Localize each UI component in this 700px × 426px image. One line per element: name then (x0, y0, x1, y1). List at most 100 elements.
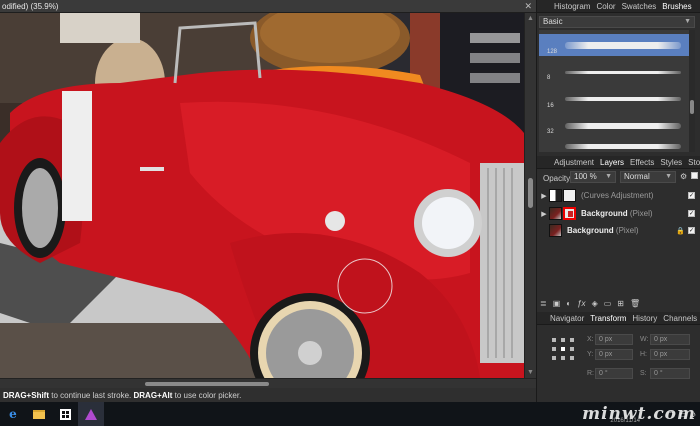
document-tab[interactable]: odified) (35.9%) ✕ (0, 0, 536, 13)
brush-size-label: 128 (547, 49, 558, 55)
tab-styles[interactable]: Styles (657, 158, 685, 167)
horizontal-scroll-thumb[interactable] (145, 382, 269, 386)
add-layer-icon[interactable]: ⊞ (617, 299, 624, 308)
tab-history[interactable]: History (629, 314, 660, 323)
group-icon[interactable]: ▭ (604, 299, 612, 308)
layer-name: Background (Pixel) (581, 209, 653, 218)
status-hint-alt-text: to use color picker. (172, 390, 242, 400)
mask-icon[interactable]: ▣ (553, 299, 561, 308)
brush-stroke-preview (565, 42, 681, 49)
edge-browser-icon[interactable]: e (0, 402, 26, 426)
layer-mask-thumbnail (563, 189, 576, 202)
blend-mode-value: Normal (624, 172, 650, 181)
tab-transform[interactable]: Transform (587, 314, 629, 323)
anchor-point-selector[interactable] (552, 338, 574, 360)
chevron-down-icon: ▼ (605, 173, 612, 180)
x-field[interactable]: 0 px (595, 334, 633, 345)
layers-panel-tabs: Adjustment Layers Effects Styles Stock (537, 156, 700, 169)
brush-scroll-thumb[interactable] (690, 100, 694, 114)
vertical-scroll-thumb[interactable] (528, 178, 533, 208)
affinity-photo-icon[interactable] (78, 402, 104, 426)
h-label: H: (640, 351, 647, 358)
scroll-up-icon[interactable]: ▲ (527, 15, 534, 22)
layer-name: Background (Pixel) (567, 226, 639, 235)
opacity-value: 100 % (574, 172, 597, 181)
app-window: odified) (35.9%) ✕ ▲ ▼ DRAG+Shift to con… (0, 0, 700, 426)
status-hint-shift: DRAG+Shift (3, 390, 49, 400)
tab-layers[interactable]: Layers (597, 158, 627, 167)
photo-canvas[interactable] (0, 13, 524, 378)
brush-size-label: 8 (547, 75, 551, 81)
status-bar: DRAG+Shift to continue last stroke. DRAG… (0, 388, 536, 402)
tab-stock[interactable]: Stock (685, 158, 700, 167)
tab-channels[interactable]: Channels (660, 314, 700, 323)
adjustment-icon[interactable]: ◐ (566, 299, 571, 308)
tab-effects[interactable]: Effects (627, 158, 657, 167)
opacity-label: Opacity: (543, 174, 573, 183)
store-icon[interactable] (52, 402, 78, 426)
scroll-down-icon[interactable]: ▼ (527, 369, 534, 376)
layer-visibility-checkbox[interactable]: ✓ (688, 227, 695, 234)
status-hint-alt: DRAG+Alt (133, 390, 173, 400)
layer-visibility-checkbox[interactable]: ✓ (688, 192, 695, 199)
layer-row-curves[interactable]: ▶ (Curves Adjustment) ✓ (539, 187, 700, 204)
layer-thumbnail (549, 224, 562, 237)
h-field[interactable]: 0 px (650, 349, 690, 360)
delete-icon[interactable]: 🗑 (630, 299, 640, 308)
tab-adjustment[interactable]: Adjustment (551, 158, 597, 167)
expand-triangle-icon[interactable]: ▶ (539, 192, 549, 200)
opacity-dropdown[interactable]: 100 % ▼ (570, 171, 616, 183)
tab-navigator[interactable]: Navigator (547, 314, 587, 323)
status-hint-shift-text: to continue last stroke. (49, 390, 134, 400)
file-explorer-icon[interactable] (26, 402, 52, 426)
canvas-vertical-scrollbar[interactable]: ▲ ▼ (524, 13, 536, 378)
layers-toolbar: ≣ ▣ ◐ ƒx ◈ ▭ ⊞ 🗑 (539, 296, 700, 310)
y-field[interactable]: 0 px (595, 349, 633, 360)
brush-item[interactable]: 16 (539, 88, 689, 110)
brush-stroke-preview (565, 71, 681, 74)
brush-item[interactable]: 128 (539, 34, 689, 56)
brush-stroke-preview (565, 123, 681, 129)
brush-item[interactable]: 32 (539, 114, 689, 136)
layer-visibility-checkbox[interactable] (691, 172, 698, 179)
tab-color[interactable]: Color (593, 2, 618, 11)
tab-brushes[interactable]: Brushes (659, 2, 694, 11)
chevron-down-icon: ▼ (684, 18, 691, 25)
blend-mode-dropdown[interactable]: Normal ▼ (620, 171, 676, 183)
layer-mask-thumbnail[interactable] (563, 207, 576, 220)
brush-item[interactable]: 8 (539, 60, 689, 82)
close-icon[interactable]: ✕ (524, 1, 532, 12)
brush-category-value: Basic (543, 17, 563, 26)
w-label: W: (640, 336, 649, 343)
top-panel-tabs: Histogram Color Swatches Brushes (537, 0, 700, 13)
brush-list-scrollbar[interactable] (689, 30, 695, 152)
expand-triangle-icon[interactable]: ▶ (539, 210, 549, 218)
y-label: Y: (587, 351, 594, 358)
brush-list: 128 8 16 32 (539, 30, 695, 152)
shear-field[interactable]: 0 ° (650, 368, 690, 379)
transform-panel-tabs: Navigator Transform History Channels (537, 312, 700, 325)
layer-stack-icon[interactable]: ≣ (540, 299, 547, 308)
tab-swatches[interactable]: Swatches (619, 2, 660, 11)
rotation-field[interactable]: 0 ° (595, 368, 633, 379)
layer-visibility-checkbox[interactable]: ✓ (688, 210, 695, 217)
gear-icon[interactable]: ⚙ (680, 172, 687, 181)
brush-size-label: 32 (547, 129, 554, 135)
layer-thumbnail (549, 207, 562, 220)
layer-row-background-masked[interactable]: ▶ Background (Pixel) ✓ (539, 205, 700, 222)
brush-stroke-preview (565, 97, 681, 101)
car-photo (0, 13, 524, 378)
tab-histogram[interactable]: Histogram (551, 2, 593, 11)
lock-icon[interactable]: 🔒 (676, 227, 685, 235)
w-field[interactable]: 0 px (650, 334, 690, 345)
brush-category-dropdown[interactable]: Basic ▼ (539, 16, 695, 28)
canvas-horizontal-scrollbar[interactable] (0, 378, 536, 388)
layer-name: (Curves Adjustment) (581, 191, 654, 200)
watermark-logo: minwt.com (582, 404, 696, 424)
r-label: R: (587, 370, 594, 377)
brush-size-label: 16 (547, 103, 554, 109)
live-filter-icon[interactable]: ◈ (592, 299, 598, 308)
brush-item[interactable] (539, 138, 689, 152)
layer-row-background[interactable]: Background (Pixel) 🔒 ✓ (539, 222, 700, 239)
fx-icon[interactable]: ƒx (577, 299, 585, 308)
